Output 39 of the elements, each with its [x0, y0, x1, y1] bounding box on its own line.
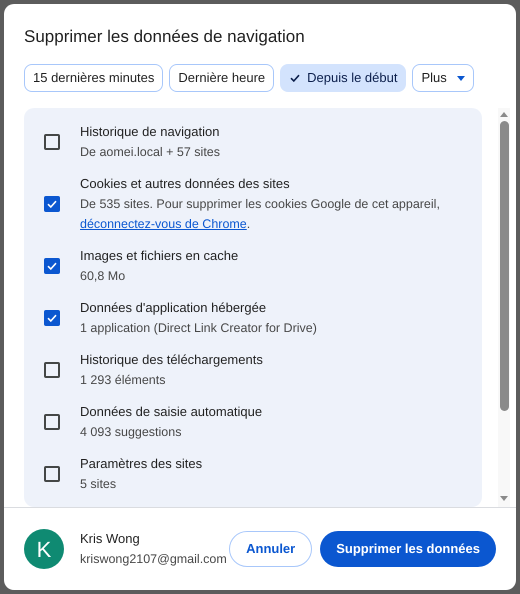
item-title: Images et fichiers en cache	[80, 247, 238, 265]
scroll-up-icon	[500, 112, 508, 117]
check-icon	[289, 72, 302, 84]
dialog-title: Supprimer les données de navigation	[24, 26, 306, 48]
account-name: Kris Wong	[80, 530, 141, 548]
time-range-chip[interactable]: Dernière heure	[169, 64, 274, 92]
cancel-button[interactable]: Annuler	[229, 531, 312, 567]
item-title: Paramètres des sites	[80, 455, 202, 473]
time-range-chip[interactable]: Depuis le début	[280, 64, 406, 92]
item-title: Cookies et autres données des sites	[80, 175, 291, 193]
checkbox[interactable]	[44, 362, 60, 378]
check-icon	[46, 312, 58, 324]
item-title: Historique de navigation	[80, 123, 220, 141]
item-detail: 60,8 Mo	[80, 268, 126, 285]
delete-data-button[interactable]: Supprimer les données	[320, 531, 496, 567]
item-detail: 5 sites	[80, 476, 118, 493]
item-title: Données de saisie automatique	[80, 403, 262, 421]
checkbox[interactable]	[44, 258, 60, 274]
more-dropdown[interactable]: Plus	[412, 64, 474, 92]
item-detail: De 535 sites. Pour supprimer les cookies Google de cet appareil, déconnectez-vous de Chrome.	[80, 196, 441, 233]
caret-icon	[456, 76, 465, 80]
item-detail: 1 293 éléments	[80, 372, 166, 389]
scroll-down-icon	[500, 496, 508, 501]
item-title: Données d'application hébergée	[80, 299, 268, 317]
item-detail: 1 application (Direct Link Creator for Drive)	[80, 320, 317, 337]
item-detail: De aomei.local + 57 sites	[80, 144, 220, 161]
checkbox[interactable]	[44, 414, 60, 430]
checkbox[interactable]	[44, 134, 60, 150]
checkbox[interactable]	[44, 196, 60, 212]
check-icon	[46, 260, 58, 272]
sign-out-link[interactable]: déconnectez-vous de Chrome	[80, 217, 247, 231]
account-email: kriswong2107@gmail.com	[80, 551, 227, 568]
checkbox[interactable]	[44, 310, 60, 326]
check-icon	[46, 198, 58, 210]
item-detail: 4 093 suggestions	[80, 424, 182, 441]
time-range-chip[interactable]: 15 dernières minutes	[24, 64, 164, 92]
item-title: Historique des téléchargements	[80, 351, 263, 369]
avatar: K	[24, 529, 64, 569]
checkbox[interactable]	[44, 466, 60, 482]
